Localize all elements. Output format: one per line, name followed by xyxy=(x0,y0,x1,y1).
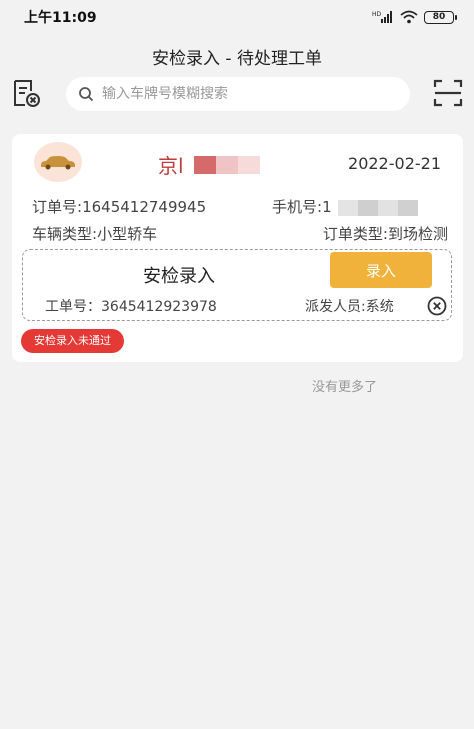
dispatcher: 派发人员:系统 xyxy=(305,296,394,316)
vehicle-type-row: 车辆类型:小型轿车 订单类型:到场检测 xyxy=(32,223,448,244)
list-end-text: 没有更多了 xyxy=(312,380,378,395)
order-number-value: 1645412749945 xyxy=(82,198,207,216)
battery-icon: 80 xyxy=(424,10,457,24)
phone-redaction xyxy=(338,199,419,216)
work-order: 工单号：3645412923978 xyxy=(45,296,217,316)
svg-text:HD: HD xyxy=(372,11,382,18)
inspection-task-box: 安检录入 录入 工单号：3645412923978 派发人员:系统 xyxy=(22,249,452,321)
clear-list-icon[interactable] xyxy=(10,77,42,109)
close-icon[interactable] xyxy=(427,296,447,316)
scan-icon[interactable] xyxy=(432,77,464,109)
order-number-row: 订单号:1645412749945 手机号:1 xyxy=(32,196,448,217)
page-title: 安检录入 - 待处理工单 xyxy=(152,49,322,69)
search-icon xyxy=(79,87,94,102)
status-time: 上午11:09 xyxy=(24,10,97,26)
order-type-label: 订单类型: xyxy=(322,225,388,243)
license-plate: 京l xyxy=(158,150,260,179)
work-order-value: 3645412923978 xyxy=(101,299,217,315)
order-type-value: 到场检测 xyxy=(387,225,448,243)
phone-field: 手机号:1 xyxy=(272,196,448,217)
search-box[interactable] xyxy=(66,77,410,111)
car-avatar xyxy=(34,142,82,182)
toolbar xyxy=(0,74,474,112)
order-card[interactable]: 京l 2022-02-21 订单号:1645412749945 手机号:1 车辆… xyxy=(12,134,463,362)
status-badge: 安检录入未通过 xyxy=(21,329,124,353)
status-icons: HD 80 xyxy=(372,10,457,24)
status-bar: 上午11:09 HD 80 xyxy=(0,0,474,34)
search-input[interactable] xyxy=(102,86,372,102)
plate-redaction xyxy=(193,155,260,174)
enter-button[interactable]: 录入 xyxy=(330,252,432,288)
phone-value: 1 xyxy=(322,198,332,216)
order-date: 2022-02-21 xyxy=(348,154,441,173)
dispatcher-label: 派发人员: xyxy=(305,299,366,315)
order-number-label: 订单号: xyxy=(32,198,83,216)
vehicle-type-value: 小型轿车 xyxy=(97,225,158,243)
plate-text: 京l xyxy=(158,154,184,178)
vehicle-type-label: 车辆类型: xyxy=(32,225,98,243)
dispatcher-value: 系统 xyxy=(365,299,394,315)
order-type-field: 订单类型:到场检测 xyxy=(323,223,448,244)
phone-label: 手机号: xyxy=(272,198,323,216)
wifi-icon xyxy=(400,10,418,24)
work-order-label: 工单号： xyxy=(45,299,101,315)
task-title: 安检录入 xyxy=(143,266,215,287)
hd-signal-icon: HD xyxy=(372,11,392,23)
car-icon xyxy=(41,156,75,170)
